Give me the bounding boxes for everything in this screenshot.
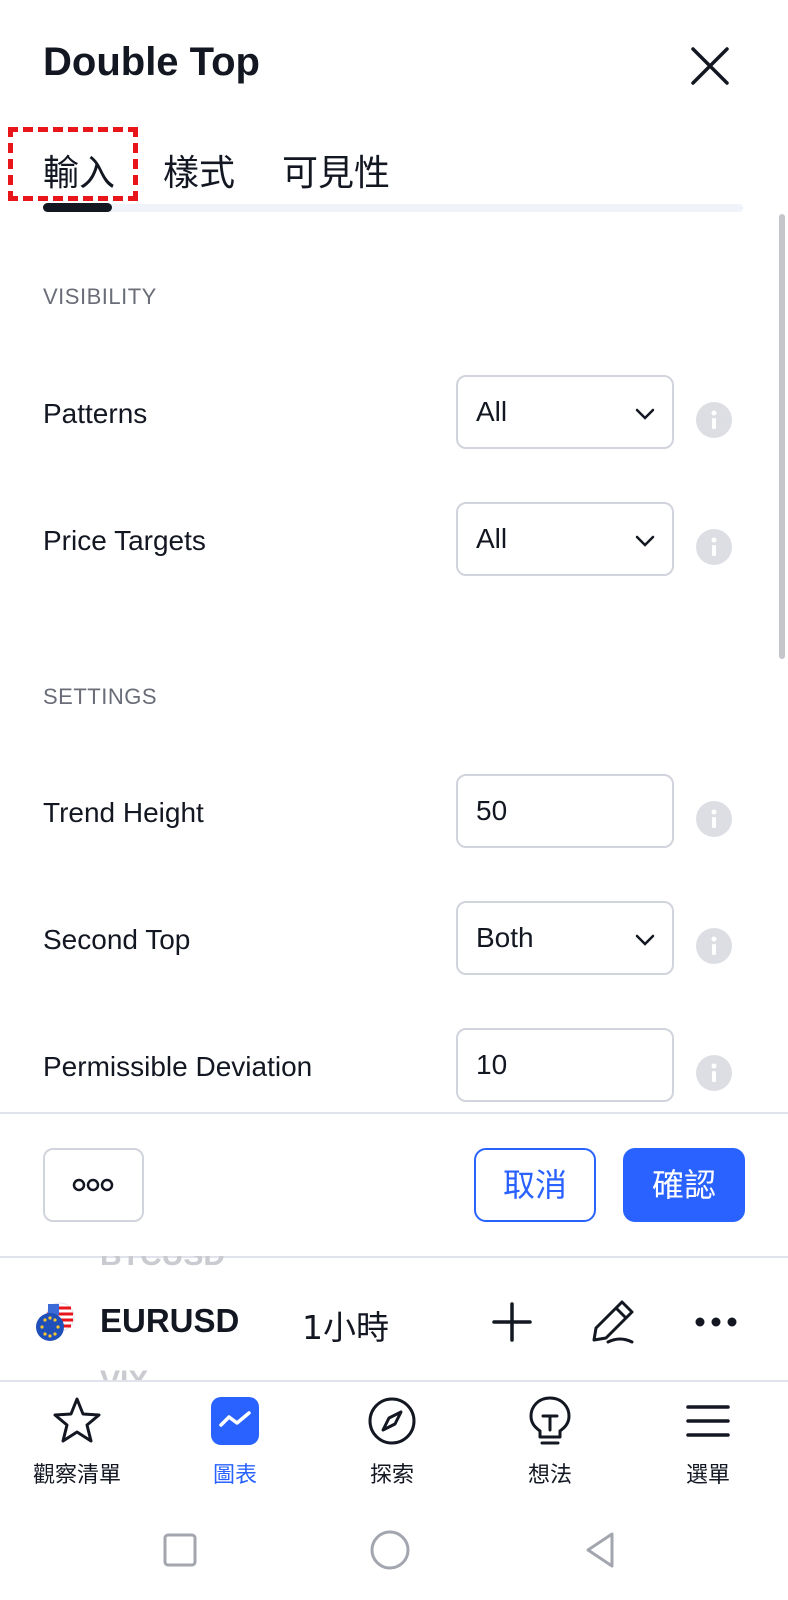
footer-divider	[0, 1112, 788, 1114]
trend-height-label: Trend Height	[43, 797, 204, 828]
nav-label: 選單	[685, 1463, 730, 1488]
pen-icon[interactable]	[586, 1296, 638, 1348]
dialog-title: Double Top	[43, 40, 260, 84]
section-header-visibility: VISIBILITY	[43, 284, 157, 309]
second-top-value: Both	[476, 922, 534, 953]
tab-visibility[interactable]: 可見性	[282, 144, 390, 196]
back-icon[interactable]	[578, 1526, 626, 1574]
patterns-select[interactable]: All	[456, 375, 674, 449]
second-top-label: Second Top	[43, 924, 191, 955]
info-icon[interactable]	[696, 1055, 732, 1091]
lightbulb-icon	[529, 1396, 571, 1445]
nav-divider	[0, 1380, 788, 1382]
interval-selector[interactable]: 1小時	[302, 1301, 389, 1349]
price-targets-select[interactable]: All	[456, 502, 674, 576]
section-header-settings: SETTINGS	[43, 684, 158, 709]
ghost-symbol-above: BTCUSD	[100, 1256, 225, 1276]
star-icon	[53, 1397, 101, 1443]
nav-item-explore[interactable]: 探索	[332, 1393, 452, 1493]
symbol-name[interactable]: EURUSD	[100, 1302, 239, 1340]
patterns-value: All	[476, 396, 508, 427]
chevron-down-icon	[635, 934, 655, 946]
nav-item-ideas[interactable]: 想法	[490, 1393, 610, 1493]
home-icon[interactable]	[366, 1526, 414, 1574]
eur-usd-flag-icon	[36, 1302, 75, 1341]
recent-apps-icon[interactable]	[156, 1526, 204, 1574]
confirm-button[interactable]: 確認	[623, 1148, 745, 1222]
scrollbar[interactable]	[779, 214, 785, 659]
chart-icon	[211, 1397, 259, 1445]
trend-height-value: 50	[476, 795, 508, 826]
price-targets-value: All	[476, 523, 508, 554]
info-icon[interactable]	[696, 529, 732, 565]
second-top-select[interactable]: Both	[456, 901, 674, 975]
price-targets-label: Price Targets	[43, 525, 206, 556]
close-icon	[691, 47, 729, 85]
cancel-button[interactable]: 取消	[474, 1148, 596, 1222]
nav-item-watchlist[interactable]: 觀察清單	[17, 1393, 137, 1493]
permissible-deviation-value: 10	[476, 1049, 508, 1080]
info-icon[interactable]	[696, 928, 732, 964]
patterns-label: Patterns	[43, 398, 148, 429]
more-horizontal-icon[interactable]	[690, 1296, 742, 1348]
nav-item-menu[interactable]: 選單	[648, 1393, 768, 1493]
nav-label: 探索	[369, 1463, 414, 1488]
active-tab-indicator	[43, 203, 112, 212]
permissible-deviation-label: Permissible Deviation	[43, 1051, 313, 1082]
plus-icon[interactable]	[486, 1296, 538, 1348]
tab-style[interactable]: 樣式	[163, 144, 235, 196]
tab-highlight-box	[8, 127, 138, 201]
nav-label: 想法	[527, 1463, 572, 1488]
chevron-down-icon	[635, 535, 655, 547]
permissible-deviation-input[interactable]: 10	[456, 1028, 674, 1102]
more-options-button[interactable]	[43, 1148, 144, 1222]
menu-icon	[686, 1405, 730, 1437]
compass-icon	[368, 1397, 416, 1445]
tab-bar-track	[43, 204, 743, 212]
info-icon[interactable]	[696, 801, 732, 837]
close-button[interactable]	[690, 46, 730, 86]
nav-label: 圖表	[212, 1463, 257, 1488]
chevron-down-icon	[635, 408, 655, 420]
nav-label: 觀察清單	[32, 1463, 121, 1488]
nav-item-chart[interactable]: 圖表	[175, 1393, 295, 1493]
trend-height-input[interactable]: 50	[456, 774, 674, 848]
info-icon[interactable]	[696, 402, 732, 438]
more-dots-icon	[72, 1178, 114, 1192]
